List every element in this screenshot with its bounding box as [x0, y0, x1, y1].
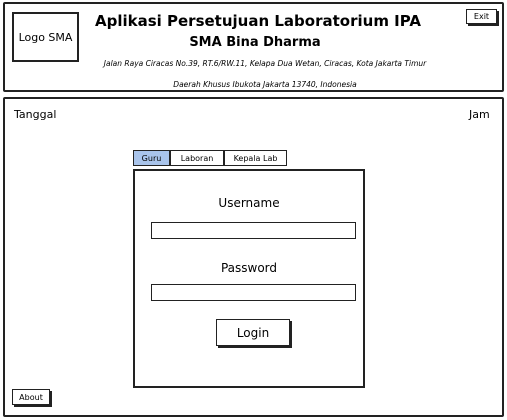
password-input[interactable] — [151, 284, 356, 301]
username-input[interactable] — [151, 222, 356, 239]
username-label: Username — [218, 196, 280, 210]
school-name: SMA Bina Dharma — [189, 35, 321, 50]
address-line-2: Daerah Khusus Ibukota Jakarta 13740, Ind… — [173, 80, 357, 89]
role-tabs: Guru Laboran Kepala Lab — [133, 150, 287, 166]
password-label: Password — [220, 261, 278, 275]
time-label: Jam — [469, 108, 490, 121]
date-label: Tanggal — [14, 108, 57, 121]
exit-button[interactable]: Exit — [466, 9, 497, 24]
app-title: Aplikasi Persetujuan Laboratorium IPA — [95, 12, 421, 30]
school-logo: Logo SMA — [12, 12, 79, 62]
login-button[interactable]: Login — [216, 319, 290, 346]
tab-laboran[interactable]: Laboran — [170, 150, 224, 166]
header-panel: Logo SMA Aplikasi Persetujuan Laboratori… — [3, 2, 504, 92]
login-form: Username Password Login — [133, 169, 365, 388]
about-button[interactable]: About — [12, 389, 50, 405]
tab-guru[interactable]: Guru — [133, 150, 170, 166]
tab-kepala-lab[interactable]: Kepala Lab — [224, 150, 287, 166]
address-line-1: Jalan Raya Ciracas No.39, RT.6/RW.11, Ke… — [103, 59, 427, 68]
